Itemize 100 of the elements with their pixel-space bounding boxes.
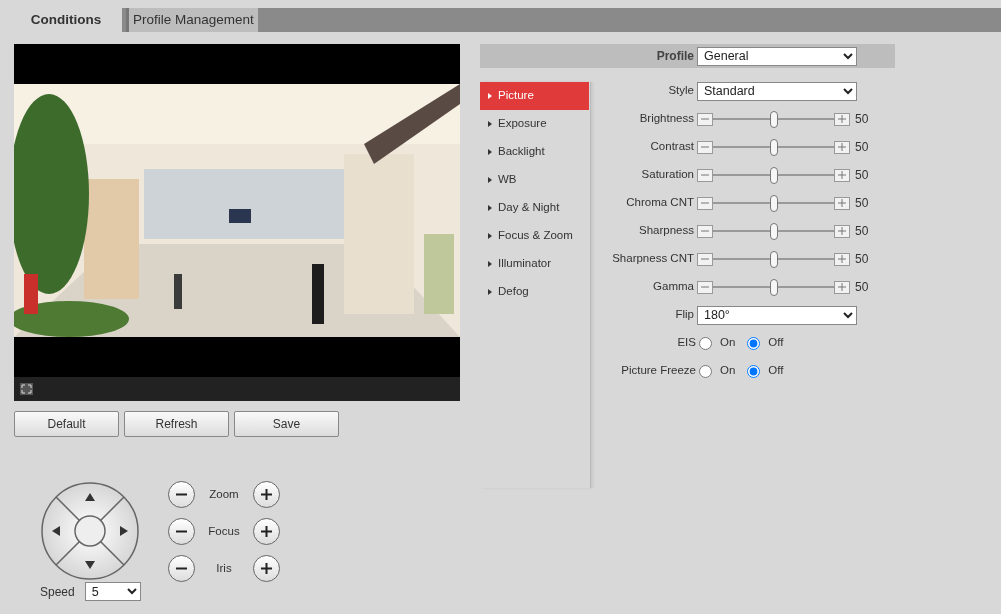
setting-label: Contrast xyxy=(649,139,695,155)
menu-item-label: Picture xyxy=(498,88,534,104)
action-button[interactable]: Save xyxy=(234,411,339,437)
plus-icon xyxy=(838,255,846,263)
caret-icon xyxy=(488,121,492,127)
minus-button[interactable] xyxy=(168,481,195,508)
plus-button[interactable] xyxy=(253,555,280,582)
slider-thumb[interactable] xyxy=(769,250,778,268)
setting-label: Brightness xyxy=(638,111,695,127)
minus-icon xyxy=(701,283,709,291)
setting-label: Sharpness CNT xyxy=(611,251,695,267)
radio-button[interactable] xyxy=(699,364,712,378)
menu-item-label: Defog xyxy=(498,284,529,300)
setting-label: Chroma CNT xyxy=(625,195,695,211)
menu-item[interactable]: Day & Night xyxy=(480,194,589,222)
slider-value: 50 xyxy=(855,279,869,296)
minus-button[interactable] xyxy=(168,555,195,582)
menu-item[interactable]: WB xyxy=(480,166,589,194)
slider-value: 50 xyxy=(855,139,869,156)
plus-icon xyxy=(838,283,846,291)
minus-button[interactable] xyxy=(697,280,713,294)
lens-label: Iris xyxy=(215,560,233,576)
slider-thumb[interactable] xyxy=(769,110,778,128)
menu-item[interactable]: Defog xyxy=(480,278,589,306)
plus-button[interactable] xyxy=(253,518,280,545)
plus-icon xyxy=(838,171,846,179)
plus-icon xyxy=(260,488,273,501)
setting-label: EIS xyxy=(676,335,697,351)
menu-item-label: Illuminator xyxy=(498,256,552,272)
menu-item[interactable]: Backlight xyxy=(480,138,589,166)
radio-label: On xyxy=(720,335,736,351)
up-arrow-icon[interactable] xyxy=(85,493,95,501)
menu-item-label: Exposure xyxy=(498,116,547,132)
minus-button[interactable] xyxy=(697,196,713,210)
plus-button[interactable] xyxy=(253,481,280,508)
setting-label: Gamma xyxy=(652,279,695,295)
slider-value: 50 xyxy=(855,251,869,268)
minus-button[interactable] xyxy=(168,518,195,545)
menu-item[interactable]: Exposure xyxy=(480,110,589,138)
slider-thumb[interactable] xyxy=(769,222,778,240)
dropdown[interactable]: Standard xyxy=(697,81,857,101)
radio-button[interactable] xyxy=(747,364,761,378)
slider-thumb[interactable] xyxy=(769,278,778,296)
profile-select[interactable]: General xyxy=(697,46,857,66)
minus-icon xyxy=(701,227,709,235)
setting-label: Flip xyxy=(674,307,695,323)
minus-button[interactable] xyxy=(697,140,713,154)
plus-icon xyxy=(260,562,273,575)
dropdown[interactable]: 180° xyxy=(697,305,857,325)
down-arrow-icon[interactable] xyxy=(85,561,95,569)
slider-value: 50 xyxy=(855,195,869,212)
radio-label: Off xyxy=(768,335,784,351)
tab[interactable]: Conditions xyxy=(10,8,122,32)
caret-icon xyxy=(488,261,492,267)
plus-icon xyxy=(838,227,846,235)
radio-button[interactable] xyxy=(699,336,712,350)
plus-icon xyxy=(838,199,846,207)
action-button[interactable]: Refresh xyxy=(124,411,229,437)
setting-label: Saturation xyxy=(640,167,695,183)
menu-item-label: WB xyxy=(498,172,517,188)
menu-item-label: Focus & Zoom xyxy=(498,228,573,244)
radio-label: Off xyxy=(768,363,784,379)
slider-thumb[interactable] xyxy=(769,138,778,156)
plus-icon xyxy=(838,143,846,151)
caret-icon xyxy=(488,149,492,155)
menu-item-label: Backlight xyxy=(498,144,545,160)
profile-label: Profile xyxy=(655,48,695,65)
menu-item[interactable]: Focus & Zoom xyxy=(480,222,589,250)
minus-icon xyxy=(701,199,709,207)
slider-thumb[interactable] xyxy=(769,194,778,212)
minus-icon xyxy=(701,143,709,151)
radio-label: On xyxy=(720,363,736,379)
caret-icon xyxy=(488,177,492,183)
minus-button[interactable] xyxy=(697,168,713,182)
setting-label: Style xyxy=(667,83,695,99)
minus-button[interactable] xyxy=(697,224,713,238)
radio-button[interactable] xyxy=(747,336,761,350)
slider-thumb[interactable] xyxy=(769,166,778,184)
speed-label: Speed xyxy=(40,583,75,601)
menu-item[interactable]: Picture xyxy=(480,82,589,110)
menu-item[interactable]: Illuminator xyxy=(480,250,589,278)
fullscreen-icon[interactable] xyxy=(20,383,33,395)
caret-icon xyxy=(488,233,492,239)
left-arrow-icon[interactable] xyxy=(52,526,60,536)
minus-icon xyxy=(701,171,709,179)
action-button[interactable]: Default xyxy=(14,411,119,437)
setting-label: Picture Freeze xyxy=(620,363,697,379)
minus-icon xyxy=(701,255,709,263)
lens-label: Focus xyxy=(207,523,241,539)
caret-icon xyxy=(488,93,492,99)
minus-button[interactable] xyxy=(697,112,713,126)
right-arrow-icon[interactable] xyxy=(120,526,128,536)
speed-select[interactable]: 5 xyxy=(84,582,141,601)
plus-icon xyxy=(838,115,846,123)
setting-label: Sharpness xyxy=(638,223,695,239)
minus-button[interactable] xyxy=(697,252,713,266)
caret-icon xyxy=(488,289,492,295)
tab[interactable]: Profile Management xyxy=(126,8,258,32)
center-button[interactable] xyxy=(74,515,106,547)
menu-item-label: Day & Night xyxy=(498,200,560,216)
